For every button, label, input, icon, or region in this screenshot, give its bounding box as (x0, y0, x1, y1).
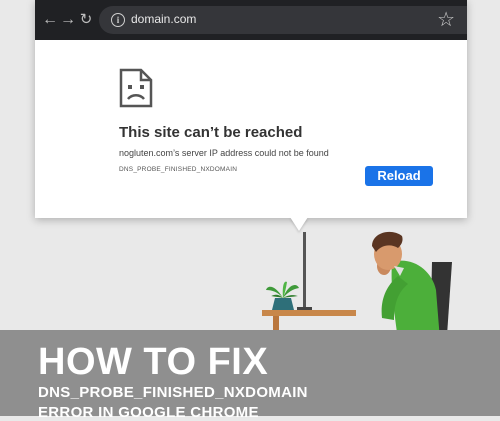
banner-subhead: DNS_PROBE_FINISHED_NXDOMAIN (38, 384, 308, 401)
url-text[interactable]: domain.com (131, 12, 196, 26)
star-icon[interactable]: ☆ (437, 9, 455, 31)
reload-icon[interactable]: ↻ (77, 11, 95, 29)
reload-button[interactable]: Reload (365, 166, 433, 186)
error-code: DNS_PROBE_FINISHED_NXDOMAIN (119, 166, 238, 173)
address-bar[interactable]: i domain.com ☆ (99, 6, 467, 34)
info-icon[interactable]: i (111, 13, 125, 27)
potted-plant (266, 281, 299, 310)
banner-headline: HOW TO FIX (38, 341, 269, 383)
monitor-stand (297, 232, 312, 310)
browser-toolbar: ← → ↻ i domain.com ☆ (35, 0, 467, 40)
error-title: This site can’t be reached (119, 124, 303, 141)
back-icon[interactable]: ← (41, 11, 59, 29)
sad-document-icon (119, 68, 153, 108)
callout-pointer (290, 217, 308, 231)
error-description: nogluten.com’s server IP address could n… (119, 148, 329, 158)
browser-window: ← → ↻ i domain.com ☆ This site can’t be … (35, 0, 467, 218)
forward-icon[interactable]: → (59, 11, 77, 29)
banner-subhead-2: ERROR IN GOOGLE CHROME (38, 404, 259, 421)
